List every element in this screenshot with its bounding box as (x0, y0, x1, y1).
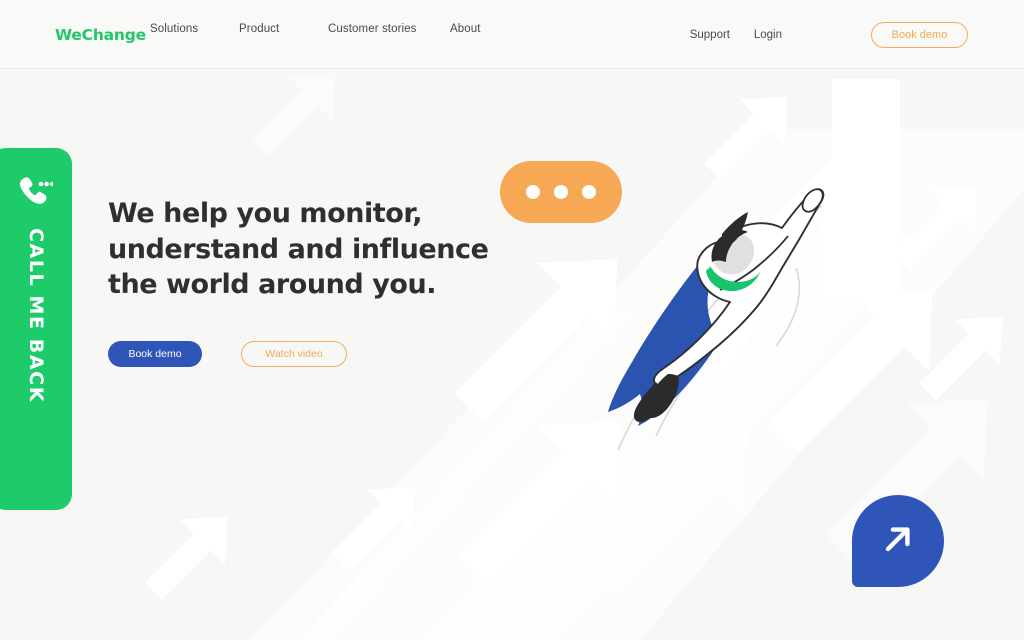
ellipsis-dot (582, 185, 596, 199)
arrow-up-right-icon (881, 522, 915, 561)
headline-line-1: We help you monitor, (108, 198, 423, 229)
nav-item-about[interactable]: About (450, 23, 481, 35)
hero-copy: We help you monitor, understand and infl… (108, 196, 528, 303)
nav-item-customer-stories[interactable]: Customer stories (328, 23, 417, 35)
site-header: WeChange Solutions Product Customer stor… (0, 0, 1024, 69)
hero-book-demo-button[interactable]: Book demo (108, 341, 202, 367)
ellipsis-dot (554, 185, 568, 199)
hero-watch-video-button[interactable]: Watch video (241, 341, 347, 367)
hero-actions: Book demo Watch video (108, 341, 347, 367)
headline-line-3: the world around you. (108, 269, 437, 300)
chat-bubble-ellipsis-icon[interactable] (500, 161, 622, 223)
header-book-demo-button[interactable]: Book demo (871, 22, 968, 48)
nav-item-login[interactable]: Login (754, 29, 782, 41)
nav-item-product[interactable]: Product (239, 23, 279, 35)
page-title: We help you monitor, understand and infl… (108, 196, 528, 303)
nav-item-support[interactable]: Support (690, 29, 730, 41)
ellipsis-dot (526, 185, 540, 199)
call-me-back-tab[interactable]: CALL ME BACK (0, 148, 72, 510)
headline-line-2: understand and influence (108, 233, 489, 265)
brand-logo[interactable]: WeChange (55, 26, 146, 44)
nav-item-solutions[interactable]: Solutions (150, 23, 198, 35)
call-me-back-label: CALL ME BACK (25, 228, 47, 404)
scroll-next-pin-button[interactable] (852, 495, 944, 587)
phone-dots-icon (19, 176, 53, 206)
